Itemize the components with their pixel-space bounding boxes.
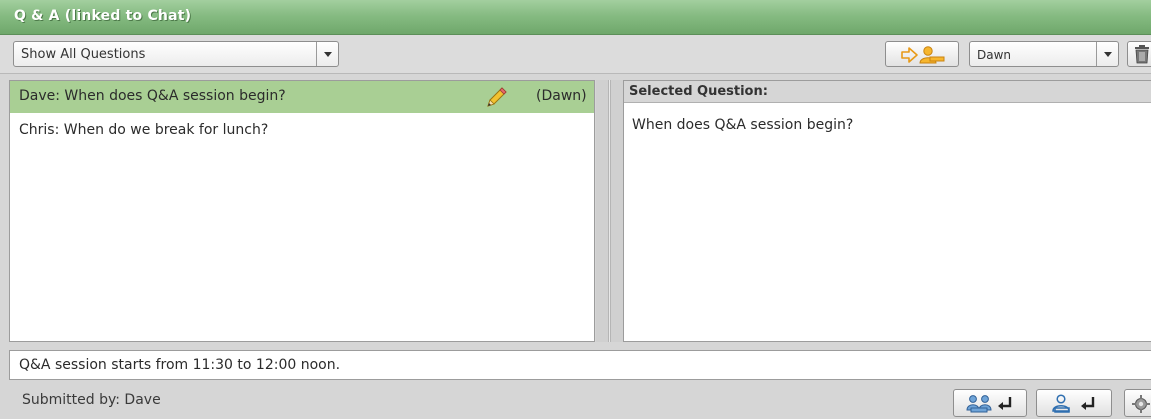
splitter-grip[interactable]: [608, 80, 611, 342]
send-to-all-icon: [965, 394, 1017, 414]
send-to-user-icon: [1051, 394, 1101, 414]
send-to-user-button[interactable]: [1036, 389, 1112, 417]
settings-button[interactable]: [1124, 389, 1151, 417]
trash-icon: [1133, 44, 1151, 64]
toolbar: Show All Questions Dawn: [0, 35, 1151, 74]
chevron-down-icon[interactable]: [1096, 42, 1118, 66]
qa-window: Q & A (linked to Chat) Show All Question…: [0, 0, 1151, 419]
question-row[interactable]: Dave: When does Q&A session begin? (Dawn…: [10, 81, 594, 113]
selected-question-header: Selected Question:: [624, 81, 1151, 103]
question-filter-value: Show All Questions: [21, 47, 146, 62]
title-bar[interactable]: Q & A (linked to Chat): [0, 0, 1151, 35]
arrow-to-user-icon: [900, 45, 946, 65]
delete-question-button[interactable]: [1127, 41, 1151, 67]
selected-question-panel: Selected Question: When does Q&A session…: [623, 80, 1151, 342]
question-row[interactable]: Chris: When do we break for lunch?: [10, 115, 594, 147]
selected-question-label: Selected Question:: [629, 84, 768, 99]
question-text: Chris: When do we break for lunch?: [19, 122, 269, 138]
pencil-icon[interactable]: [484, 84, 510, 110]
gear-icon: [1131, 394, 1151, 414]
chevron-down-icon[interactable]: [316, 42, 338, 66]
submitted-by-label: Submitted by: Dave: [22, 392, 161, 408]
answer-input[interactable]: Q&A session starts from 11:30 to 12:00 n…: [9, 350, 1151, 380]
question-assignee: (Dawn): [536, 88, 587, 104]
assignee-select[interactable]: Dawn: [969, 41, 1119, 67]
answer-text: Q&A session starts from 11:30 to 12:00 n…: [19, 357, 341, 373]
panel-splitter[interactable]: [596, 80, 623, 342]
selected-question-text: When does Q&A session begin?: [632, 117, 854, 133]
status-bar: Submitted by: Dave: [0, 384, 1151, 419]
question-list[interactable]: Dave: When does Q&A session begin? (Dawn…: [9, 80, 595, 342]
send-to-all-button[interactable]: [953, 389, 1027, 417]
question-filter-select[interactable]: Show All Questions: [13, 41, 339, 67]
assignee-value: Dawn: [977, 48, 1012, 62]
assign-question-button[interactable]: [885, 41, 959, 67]
window-title: Q & A (linked to Chat): [14, 8, 192, 24]
question-text: Dave: When does Q&A session begin?: [19, 88, 286, 104]
